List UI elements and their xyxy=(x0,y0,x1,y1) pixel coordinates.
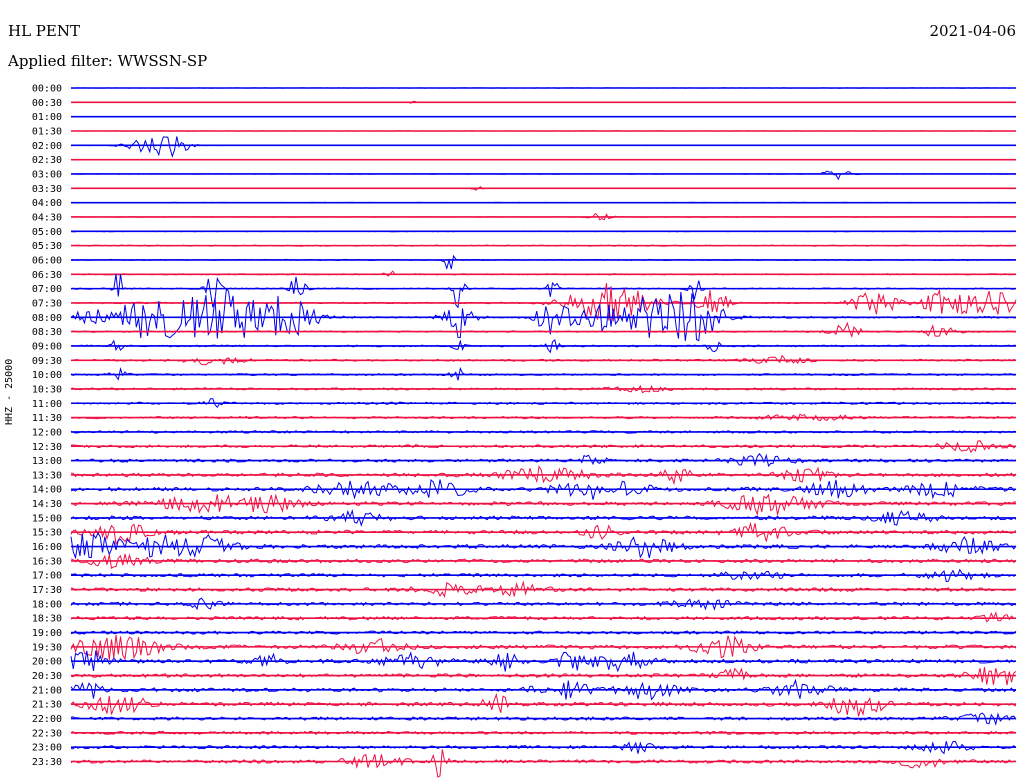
time-tick-label: 21:30 xyxy=(32,700,62,711)
time-tick-label: 09:30 xyxy=(32,356,62,367)
seismic-trace xyxy=(70,611,1017,623)
time-tick-label: 18:00 xyxy=(32,599,62,610)
time-tick-label: 19:00 xyxy=(32,628,62,639)
time-tick-label: 22:30 xyxy=(32,728,62,739)
helicorder-plot: 00:00 00:30 01:00 01:30 02:00 02:30 03:00 03:30… xyxy=(32,84,1017,778)
time-tick-label: 23:30 xyxy=(32,757,62,768)
time-tick-label: 08:00 xyxy=(32,313,62,324)
seismic-trace xyxy=(70,288,1017,342)
time-tick-label: 06:00 xyxy=(32,255,62,266)
time-tick-label: 04:00 xyxy=(32,198,62,209)
seismic-trace xyxy=(70,531,1017,560)
time-tick-label: 12:30 xyxy=(32,442,62,453)
time-tick-label: 07:00 xyxy=(32,284,62,295)
time-tick-label: 14:30 xyxy=(32,499,62,510)
time-tick-label: 10:30 xyxy=(32,384,62,395)
time-tick-label: 13:30 xyxy=(32,470,62,481)
seismic-trace xyxy=(70,749,1017,778)
time-tick-label: 19:30 xyxy=(32,642,62,653)
time-tick-label: 00:00 xyxy=(32,84,62,95)
time-tick-label: 23:00 xyxy=(32,743,62,754)
time-tick-label: 16:30 xyxy=(32,556,62,567)
time-tick-label: 16:00 xyxy=(32,542,62,553)
time-tick-label: 11:30 xyxy=(32,413,62,424)
time-tick-label: 05:00 xyxy=(32,227,62,238)
time-tick-label: 10:00 xyxy=(32,370,62,381)
seismic-trace xyxy=(70,692,1017,717)
seismic-trace xyxy=(71,170,1017,181)
time-tick-label: 06:30 xyxy=(32,270,62,281)
time-tick-label: 05:30 xyxy=(32,241,62,252)
time-tick-label: 09:00 xyxy=(32,341,62,352)
time-tick-label: 07:30 xyxy=(32,298,62,309)
time-tick-label: 02:30 xyxy=(32,155,62,166)
time-tick-label: 17:30 xyxy=(32,585,62,596)
seismic-trace xyxy=(70,521,1017,546)
time-tick-label: 08:30 xyxy=(32,327,62,338)
time-tick-label: 21:00 xyxy=(32,685,62,696)
time-tick-label: 17:00 xyxy=(32,571,62,582)
time-tick-label: 01:30 xyxy=(32,126,62,137)
time-tick-label: 15:00 xyxy=(32,513,62,524)
seismic-trace xyxy=(70,321,1017,339)
time-tick-label: 13:00 xyxy=(32,456,62,467)
time-tick-label: 22:00 xyxy=(32,714,62,725)
time-tick-label: 12:00 xyxy=(32,427,62,438)
time-tick-label: 02:00 xyxy=(32,141,62,152)
time-tick-label: 01:00 xyxy=(32,112,62,123)
seismic-trace xyxy=(70,136,1017,158)
time-tick-label: 14:00 xyxy=(32,485,62,496)
time-tick-label: 15:30 xyxy=(32,528,62,539)
time-tick-label: 03:30 xyxy=(32,184,62,195)
time-tick-label: 20:00 xyxy=(32,657,62,668)
time-tick-label: 00:30 xyxy=(32,98,62,109)
time-tick-label: 20:30 xyxy=(32,671,62,682)
time-tick-label: 18:30 xyxy=(32,614,62,625)
time-tick-label: 11:00 xyxy=(32,399,62,410)
seismic-trace xyxy=(70,493,1017,516)
seismic-trace xyxy=(70,254,1017,271)
time-tick-label: 04:30 xyxy=(32,212,62,223)
time-tick-label: 03:00 xyxy=(32,169,62,180)
